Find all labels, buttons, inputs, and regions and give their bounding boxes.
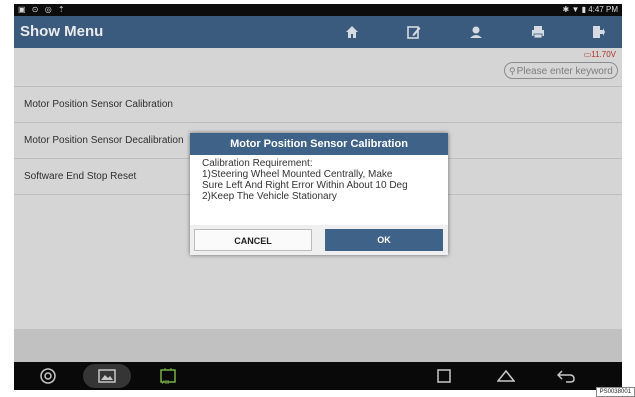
dialog-line: 1)Steering Wheel Mounted Centrally, Make — [202, 169, 393, 180]
figure-reference: PS0038001 — [595, 387, 635, 397]
cancel-button[interactable]: CANCEL — [194, 229, 312, 251]
status-icons-left: ▣ ⊙ ◎ ⇡ — [18, 5, 67, 14]
dialog-line: Calibration Requirement: — [202, 158, 313, 169]
dialog-message: Calibration Requirement: 1)Steering Whee… — [190, 155, 448, 222]
dialog-line: 2)Keep The Vehicle Stationary — [202, 191, 337, 202]
status-icons-right: ✱ ▼ ▮ 4:47 PM — [562, 5, 618, 14]
dialog-line: Sure Left And Right Error Within About 1… — [202, 180, 408, 191]
status-bar: ▣ ⊙ ◎ ⇡ ✱ ▼ ▮ 4:47 PM — [14, 4, 622, 16]
calibration-dialog: Motor Position Sensor Calibration Calibr… — [190, 133, 448, 255]
dialog-buttons: CANCEL OK — [190, 225, 448, 255]
device-screen: ▣ ⊙ ◎ ⇡ ✱ ▼ ▮ 4:47 PM Show Menu ▭11.70V … — [14, 4, 622, 390]
dialog-title: Motor Position Sensor Calibration — [190, 133, 448, 155]
ok-button[interactable]: OK — [325, 229, 443, 251]
